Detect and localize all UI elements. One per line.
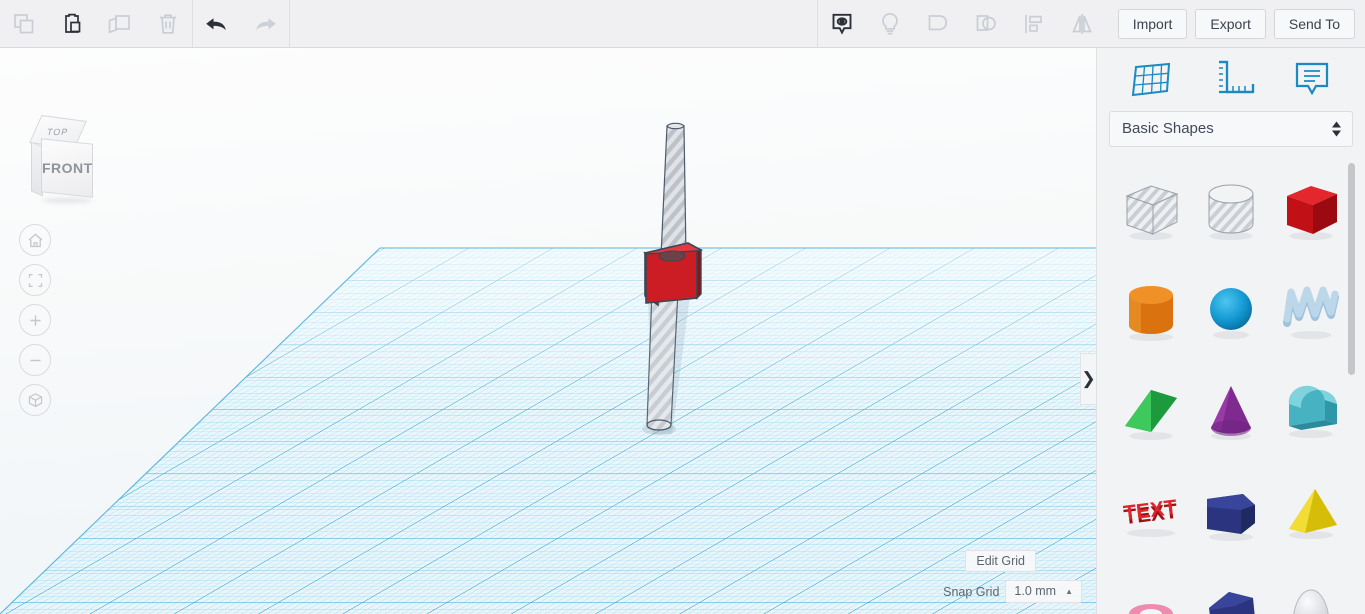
ruler-icon[interactable] bbox=[1209, 58, 1255, 100]
align-button[interactable] bbox=[1010, 0, 1058, 47]
home-view-button[interactable] bbox=[19, 224, 51, 256]
snap-grid-value: 1.0 mm bbox=[1014, 584, 1057, 598]
snap-grid-control: Snap Grid 1.0 mm ▲ bbox=[943, 580, 1082, 603]
shape-cylinder[interactable] bbox=[1111, 266, 1191, 354]
top-toolbar: Import Export Send To bbox=[0, 0, 1365, 48]
perspective-toggle-button[interactable] bbox=[19, 384, 51, 416]
edit-grid-button[interactable]: Edit Grid bbox=[965, 550, 1036, 572]
shape-paraboloid[interactable] bbox=[1271, 569, 1351, 614]
view-cube-shadow bbox=[42, 198, 92, 203]
zoom-out-button[interactable] bbox=[19, 344, 51, 376]
box-hole-opening bbox=[658, 250, 686, 262]
send-to-button[interactable]: Send To bbox=[1273, 8, 1355, 39]
panel-collapse-chevron[interactable]: ❯ bbox=[1080, 353, 1096, 405]
shape-sphere[interactable] bbox=[1191, 266, 1271, 354]
view-cube[interactable]: TOP FRONT bbox=[26, 114, 98, 210]
shape-category-value: Basic Shapes bbox=[1122, 120, 1214, 138]
shape-text[interactable]: TEXT TEXT bbox=[1111, 468, 1191, 556]
3d-viewport[interactable]: TOP FRONT ❯ Edit Grid Snap Grid 1.0 mm ▲ bbox=[0, 48, 1096, 614]
shapes-scrollbar-track[interactable] bbox=[1348, 159, 1360, 614]
solid-box-front-main bbox=[645, 250, 698, 304]
shape-polygon[interactable] bbox=[1191, 468, 1271, 556]
mirror-button[interactable] bbox=[1058, 0, 1106, 47]
redo-button[interactable] bbox=[241, 0, 289, 47]
object-tools-group bbox=[818, 0, 1106, 47]
shapes-panel: Basic Shapes TEXT TEXT bbox=[1096, 48, 1365, 614]
view-cube-front-label: FRONT bbox=[41, 160, 93, 176]
shape-cylinder-hole[interactable] bbox=[1191, 165, 1271, 253]
stepper-arrows-icon bbox=[1332, 121, 1341, 137]
solid-box-front bbox=[644, 251, 659, 307]
solid-box-side bbox=[696, 249, 702, 300]
shape-cone[interactable] bbox=[1191, 367, 1271, 455]
light-button[interactable] bbox=[866, 0, 914, 47]
toolbar-actions: Import Export Send To bbox=[1106, 0, 1365, 47]
hole-cylinder-upper bbox=[660, 125, 687, 257]
snap-grid-label: Snap Grid bbox=[943, 584, 1000, 599]
box-cast-shadow bbox=[648, 296, 690, 434]
workplane-icon[interactable] bbox=[1128, 58, 1174, 100]
hole-cylinder-lower bbox=[646, 290, 679, 431]
import-button[interactable]: Import bbox=[1117, 8, 1188, 39]
export-button[interactable]: Export bbox=[1195, 8, 1266, 39]
history-tools-group bbox=[192, 0, 289, 47]
view-cube-top-label: TOP bbox=[46, 127, 70, 137]
snap-grid-select[interactable]: 1.0 mm ▲ bbox=[1005, 580, 1082, 603]
ungroup-button[interactable] bbox=[962, 0, 1010, 47]
shape-category-select[interactable]: Basic Shapes bbox=[1109, 110, 1353, 147]
edit-tools-group bbox=[0, 0, 192, 47]
main-area: TOP FRONT ❯ Edit Grid Snap Grid 1.0 mm ▲… bbox=[0, 48, 1365, 614]
paste-button[interactable] bbox=[48, 0, 96, 47]
scene-objects[interactable] bbox=[0, 48, 1096, 614]
view-cube-front-face[interactable]: FRONT bbox=[41, 138, 93, 198]
shape-box[interactable] bbox=[1271, 165, 1351, 253]
duplicate-button[interactable] bbox=[96, 0, 144, 47]
zoom-in-button[interactable] bbox=[19, 304, 51, 336]
cylinder-ground-shadow bbox=[642, 423, 676, 435]
shape-roof[interactable] bbox=[1271, 367, 1351, 455]
shape-wedge[interactable] bbox=[1111, 367, 1191, 455]
panel-tool-icons bbox=[1097, 48, 1365, 111]
category-selector-wrap: Basic Shapes bbox=[1097, 110, 1365, 159]
toolbar-spacer bbox=[289, 0, 818, 47]
workplane-grid bbox=[0, 247, 1096, 614]
solid-box-top bbox=[643, 242, 704, 263]
shape-polygon-2[interactable] bbox=[1191, 569, 1271, 614]
caret-up-icon: ▲ bbox=[1065, 587, 1073, 596]
shape-scribble[interactable] bbox=[1271, 266, 1351, 354]
shape-box-hole[interactable] bbox=[1111, 165, 1191, 253]
shapes-scroll-area[interactable]: TEXT TEXT bbox=[1097, 159, 1365, 614]
fit-view-button[interactable] bbox=[19, 264, 51, 296]
shapes-scrollbar-thumb[interactable] bbox=[1348, 162, 1355, 375]
shape-grid: TEXT TEXT bbox=[1097, 165, 1365, 614]
shape-tube[interactable] bbox=[1111, 569, 1191, 614]
shape-pyramid[interactable] bbox=[1271, 468, 1351, 556]
tinkercad-app: Import Export Send To TOP FRONT ❯ Edit G… bbox=[0, 0, 1365, 614]
undo-button[interactable] bbox=[193, 0, 241, 47]
notes-icon[interactable] bbox=[1290, 58, 1334, 100]
group-button[interactable] bbox=[914, 0, 962, 47]
copy-button[interactable] bbox=[0, 0, 48, 47]
show-hide-button[interactable] bbox=[818, 0, 866, 47]
view-navigation-controls bbox=[19, 224, 51, 416]
delete-button[interactable] bbox=[144, 0, 192, 47]
